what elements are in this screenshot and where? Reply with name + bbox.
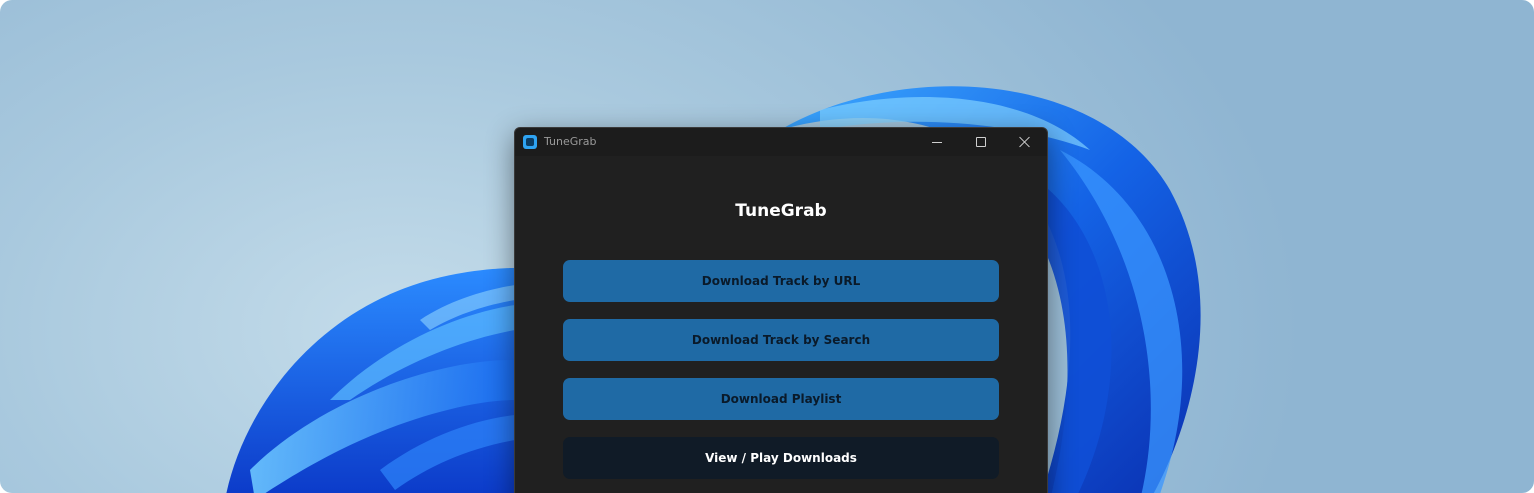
app-icon [523, 135, 537, 149]
view-play-downloads-button[interactable]: View / Play Downloads [563, 437, 999, 479]
title-bar[interactable]: TuneGrab [515, 128, 1047, 156]
minimize-button[interactable] [915, 128, 959, 156]
button-label: Download Track by Search [691, 333, 871, 347]
main-content: TuneGrab Download Track by URL Download … [515, 156, 1047, 493]
close-icon [1019, 136, 1031, 148]
download-track-by-url-button[interactable]: Download Track by URL [563, 260, 999, 302]
maximize-button[interactable] [959, 128, 1003, 156]
app-window: TuneGrab TuneGrab Download Track by URL … [514, 127, 1048, 493]
desktop: TuneGrab TuneGrab Download Track by URL … [0, 0, 1534, 493]
button-label: Download Playlist [720, 392, 842, 406]
app-heading: TuneGrab [735, 201, 827, 221]
button-label: View / Play Downloads [705, 451, 857, 465]
button-label: Download Track by URL [701, 274, 861, 288]
close-button[interactable] [1003, 128, 1047, 156]
maximize-icon [976, 137, 986, 147]
download-track-by-search-button[interactable]: Download Track by Search [563, 319, 999, 361]
window-title: TuneGrab [544, 135, 597, 148]
minimize-icon [932, 141, 942, 143]
download-playlist-button[interactable]: Download Playlist [563, 378, 999, 420]
